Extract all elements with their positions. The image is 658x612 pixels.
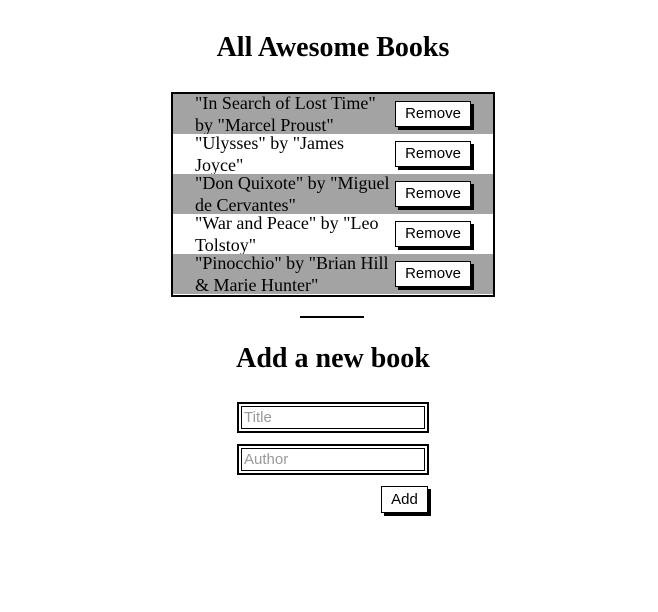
remove-book-button[interactable]: Remove	[395, 261, 471, 287]
remove-book-button[interactable]: Remove	[395, 221, 471, 247]
book-title-author: "In Search of Lost Time" by "Marcel Prou…	[195, 93, 376, 135]
book-row: "War and Peace" by "Leo Tolstoy" Remove	[173, 213, 493, 255]
remove-book-button[interactable]: Remove	[395, 181, 471, 207]
book-row: "Pinocchio" by "Brian Hill & Marie Hunte…	[173, 253, 493, 295]
remove-book-button[interactable]: Remove	[395, 101, 471, 127]
add-book-button[interactable]: Add	[381, 486, 428, 513]
book-title-author: "Pinocchio" by "Brian Hill & Marie Hunte…	[195, 253, 389, 295]
title-input[interactable]	[237, 402, 429, 433]
book-row: "Don Quixote" by "Miguel de Cervantes" R…	[173, 173, 493, 215]
remove-book-button[interactable]: Remove	[395, 141, 471, 167]
add-book-heading: Add a new book	[236, 343, 430, 374]
book-list: "In Search of Lost Time" by "Marcel Prou…	[171, 92, 495, 297]
author-input[interactable]	[237, 444, 429, 475]
book-title-author: "Ulysses" by "James Joyce"	[195, 133, 345, 175]
book-title-author: "War and Peace" by "Leo Tolstoy"	[195, 213, 379, 255]
page-title: All Awesome Books	[216, 32, 450, 63]
book-title-author: "Don Quixote" by "Miguel de Cervantes"	[195, 173, 390, 215]
book-row: "In Search of Lost Time" by "Marcel Prou…	[173, 93, 493, 135]
section-divider	[300, 316, 364, 318]
book-row: "Ulysses" by "James Joyce" Remove	[173, 133, 493, 175]
